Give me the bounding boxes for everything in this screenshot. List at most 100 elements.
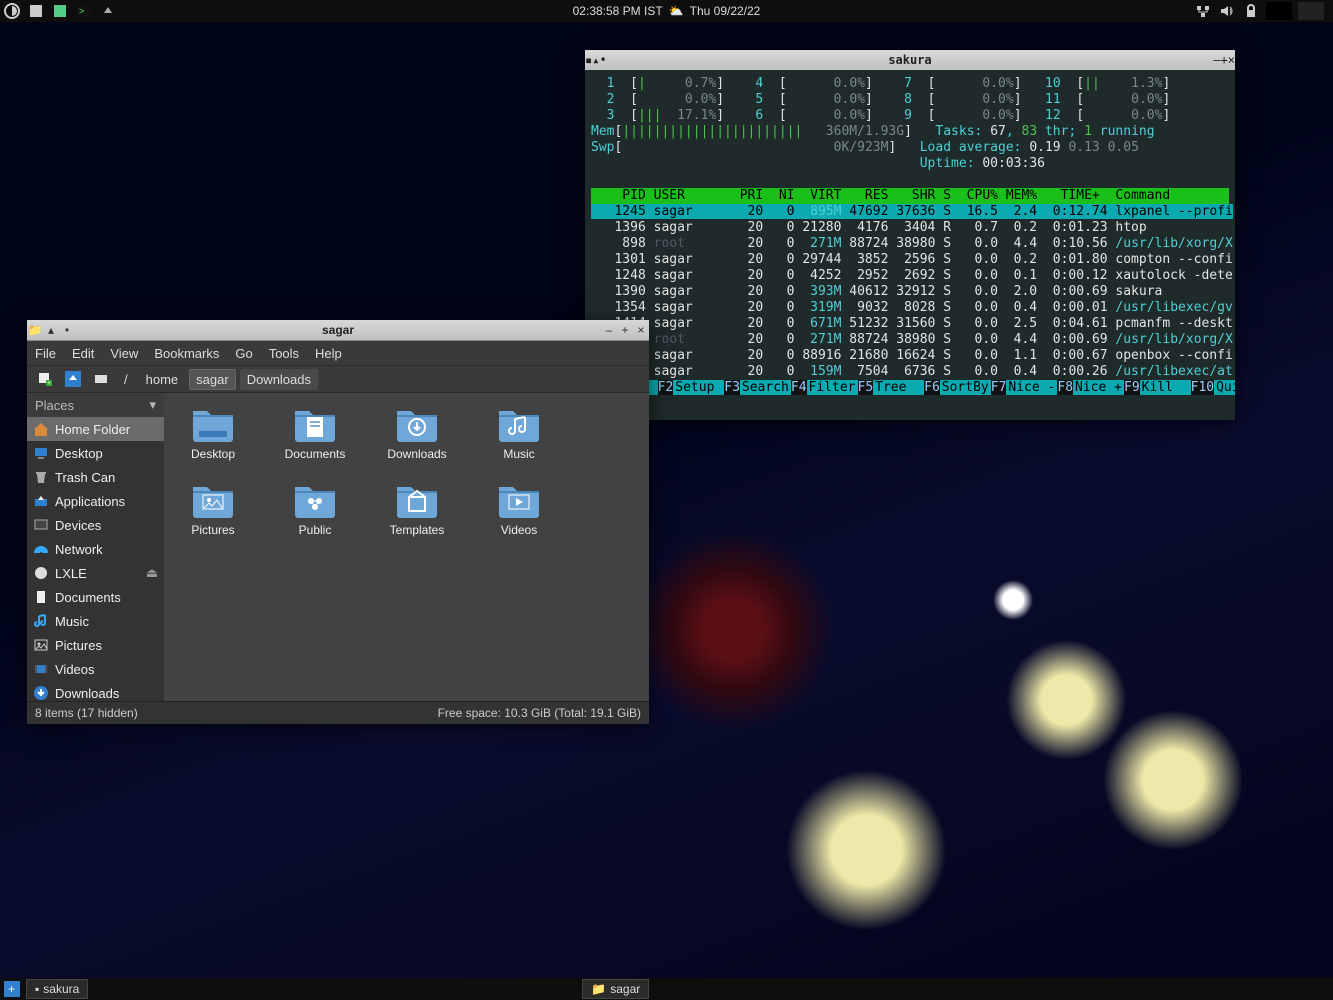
clock-date: Thu 09/22/22 xyxy=(690,4,761,18)
breadcrumb-root[interactable]: / xyxy=(117,369,135,390)
panel-bottom: + ▪ sakura 📁 sagar xyxy=(0,978,1333,1000)
close-button[interactable]: × xyxy=(633,323,649,337)
nav-up-icon[interactable] xyxy=(64,370,82,388)
taskbar-item-sagar[interactable]: 📁 sagar xyxy=(582,979,649,999)
terminal-icon: ▪ xyxy=(35,982,39,996)
folder-icon xyxy=(495,479,543,519)
menu-view[interactable]: View xyxy=(110,346,138,361)
breadcrumb-home[interactable]: home xyxy=(139,369,186,390)
sidebar-item-home-folder[interactable]: Home Folder xyxy=(27,417,164,441)
folder-public[interactable]: Public xyxy=(276,479,354,537)
tray-blank xyxy=(1266,2,1292,20)
eject-icon[interactable]: ⏏ xyxy=(146,565,158,581)
fm-menubar: File Edit View Bookmarks Go Tools Help xyxy=(27,341,649,366)
sidebar-item-downloads[interactable]: Downloads xyxy=(27,681,164,701)
folder-icon xyxy=(393,403,441,443)
show-desktop-icon[interactable]: + xyxy=(3,980,21,998)
panel-app-icon[interactable] xyxy=(27,2,45,20)
folder-icon xyxy=(291,403,339,443)
applications-icon xyxy=(33,493,49,509)
sidebar-item-network[interactable]: Network xyxy=(27,537,164,561)
fm-toolbar: + / home sagar Downloads xyxy=(27,366,649,393)
folder-music[interactable]: Music xyxy=(480,403,558,461)
chevron-down-icon: ▾ xyxy=(149,397,156,413)
up-arrow-icon[interactable] xyxy=(99,2,117,20)
downloads-icon xyxy=(33,685,49,701)
close-button[interactable]: × xyxy=(1228,52,1235,68)
maximize-button[interactable]: + xyxy=(1221,52,1228,68)
up-icon[interactable]: ▴ xyxy=(43,323,59,337)
terminal-icon: ▪ xyxy=(585,52,592,68)
sidebar-item-desktop[interactable]: Desktop xyxy=(27,441,164,465)
folder-icon: 📁 xyxy=(27,323,43,337)
fm-sidebar: Places ▾ Home FolderDesktopTrash CanAppl… xyxy=(27,393,164,701)
dot-icon[interactable]: • xyxy=(599,52,606,68)
terminal-title: sakura xyxy=(607,52,1214,68)
folder-documents[interactable]: Documents xyxy=(276,403,354,461)
volume-icon[interactable] xyxy=(1218,2,1236,20)
trash-can-icon xyxy=(33,469,49,485)
network-icon xyxy=(33,541,49,557)
desktop-icon xyxy=(33,445,49,461)
terminal-window: ▪ ▴ • sakura – + × 1 [| 0.7%] 4 [ 0.0%] … xyxy=(585,50,1235,420)
menu-go[interactable]: Go xyxy=(235,346,252,361)
sidebar-item-documents[interactable]: Documents xyxy=(27,585,164,609)
panel-top: > 02:38:58 PM IST ⛅ Thu 09/22/22 xyxy=(0,0,1333,22)
file-manager-window: 📁 ▴ • sagar – + × File Edit View Bookmar… xyxy=(27,320,649,724)
sidebar-places-header[interactable]: Places ▾ xyxy=(27,393,164,417)
music-icon xyxy=(33,613,49,629)
documents-icon xyxy=(33,589,49,605)
folder-icon xyxy=(393,479,441,519)
fm-title: sagar xyxy=(75,323,601,337)
minimize-button[interactable]: – xyxy=(1213,52,1220,68)
folder-icon xyxy=(495,403,543,443)
panel-app-icon-2[interactable] xyxy=(51,2,69,20)
menu-edit[interactable]: Edit xyxy=(72,346,94,361)
folder-pictures[interactable]: Pictures xyxy=(174,479,252,537)
sidebar-item-lxle[interactable]: LXLE⏏ xyxy=(27,561,164,585)
maximize-button[interactable]: + xyxy=(617,323,633,337)
breadcrumb-downloads[interactable]: Downloads xyxy=(240,369,318,390)
folder-templates[interactable]: Templates xyxy=(378,479,456,537)
sidebar-item-music[interactable]: Music xyxy=(27,609,164,633)
terminal-output[interactable]: 1 [| 0.7%] 4 [ 0.0%] 7 [ 0.0%] 10 [|| 1.… xyxy=(585,70,1235,420)
lock-icon[interactable] xyxy=(1242,2,1260,20)
up-icon[interactable]: ▴ xyxy=(592,52,599,68)
menu-file[interactable]: File xyxy=(35,346,56,361)
folder-icon xyxy=(291,479,339,519)
lxle-icon xyxy=(33,565,49,581)
sidebar-item-videos[interactable]: Videos xyxy=(27,657,164,681)
svg-text:+: + xyxy=(8,982,15,996)
network-icon[interactable] xyxy=(1194,2,1212,20)
tray-blank-2 xyxy=(1298,2,1324,20)
videos-icon xyxy=(33,661,49,677)
start-menu-icon[interactable] xyxy=(3,2,21,20)
taskbar-item-sakura[interactable]: ▪ sakura xyxy=(26,979,88,999)
clock-time: 02:38:58 PM IST xyxy=(573,4,663,18)
fm-titlebar[interactable]: 📁 ▴ • sagar – + × xyxy=(27,320,649,341)
menu-tools[interactable]: Tools xyxy=(269,346,299,361)
sidebar-item-applications[interactable]: Applications xyxy=(27,489,164,513)
fm-statusbar: 8 items (17 hidden) Free space: 10.3 GiB… xyxy=(27,701,649,724)
folder-icon xyxy=(189,479,237,519)
terminal-titlebar[interactable]: ▪ ▴ • sakura – + × xyxy=(585,50,1235,70)
breadcrumb-user[interactable]: sagar xyxy=(189,369,236,390)
folder-downloads[interactable]: Downloads xyxy=(378,403,456,461)
pictures-icon xyxy=(33,637,49,653)
minimize-button[interactable]: – xyxy=(601,323,617,337)
drive-icon[interactable] xyxy=(92,370,110,388)
menu-help[interactable]: Help xyxy=(315,346,342,361)
sidebar-item-trash-can[interactable]: Trash Can xyxy=(27,465,164,489)
fm-icon-view[interactable]: Desktop Documents Downloads Music Pictures Pu… xyxy=(164,393,649,701)
menu-bookmarks[interactable]: Bookmarks xyxy=(154,346,219,361)
sidebar-item-pictures[interactable]: Pictures xyxy=(27,633,164,657)
devices-icon xyxy=(33,517,49,533)
sidebar-item-devices[interactable]: Devices xyxy=(27,513,164,537)
folder-desktop[interactable]: Desktop xyxy=(174,403,252,461)
new-tab-icon[interactable]: + xyxy=(36,370,54,388)
weather-icon: ⛅ xyxy=(669,4,684,18)
terminal-launcher-icon[interactable]: > xyxy=(75,2,93,20)
folder-videos[interactable]: Videos xyxy=(480,479,558,537)
svg-text:+: + xyxy=(47,380,51,387)
dot-icon[interactable]: • xyxy=(59,323,75,337)
